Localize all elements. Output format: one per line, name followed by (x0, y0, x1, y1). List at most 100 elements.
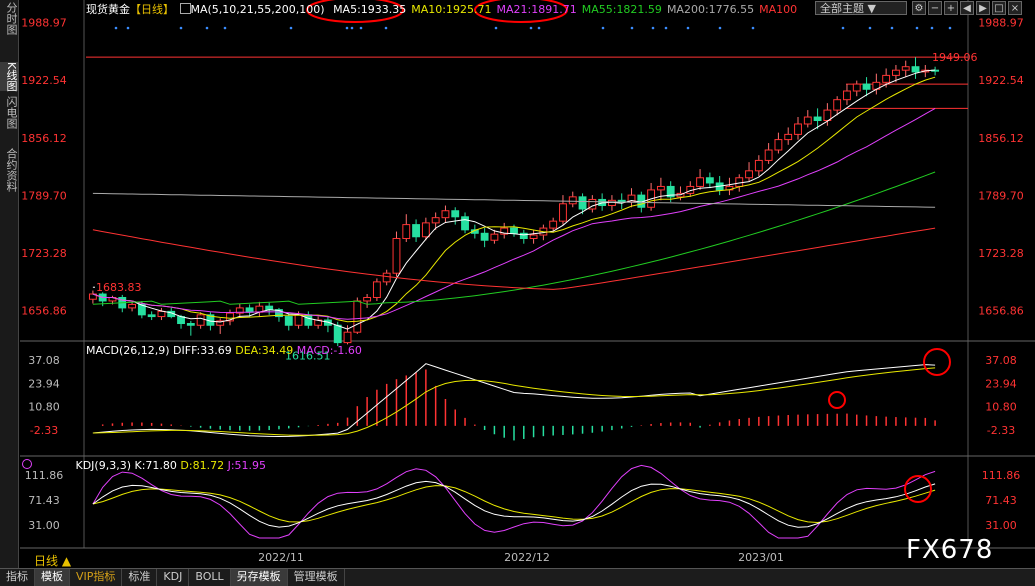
macd-diff: DIFF:33.69 (173, 344, 232, 357)
ma-value-3: MA55:1821.59 (581, 3, 662, 16)
candle-body (705, 177, 714, 184)
candle-body (549, 220, 558, 229)
ma-chart-icon (179, 3, 191, 14)
candle-body (157, 310, 166, 318)
bottom-tab-3[interactable]: 标准 (122, 569, 158, 586)
theme-select[interactable]: 全部主题 ▼ (815, 1, 907, 15)
candle-body (764, 149, 773, 161)
candle-body (392, 237, 401, 274)
candle-body (363, 296, 372, 302)
macd-tick-right-3: -2.33 (987, 424, 1015, 437)
kdj-tick-left-1: 71.43 (28, 494, 60, 507)
signal-dot (494, 26, 498, 30)
kdj-header: KDJ(9,3,3) K:71.80 D:81.72 J:51.95 (22, 459, 266, 472)
ma10-line (92, 76, 936, 323)
arrow-right-icon[interactable]: ▶ (976, 1, 990, 15)
signal-dot (529, 26, 533, 30)
minus-icon[interactable]: − (928, 1, 942, 15)
macd-diff-line (92, 363, 936, 438)
candle-body (343, 331, 352, 344)
signal-dot (890, 26, 894, 30)
maximize-icon[interactable]: □ (992, 1, 1006, 15)
annotation-high-label: 1683.83 (96, 281, 142, 294)
bottom-tab-6[interactable]: 另存模板 (230, 569, 288, 586)
bottom-tab-0[interactable]: 指标 (0, 569, 35, 586)
candle-body (754, 159, 763, 172)
bottom-tab-4[interactable]: KDJ (157, 569, 190, 586)
candle-body (304, 314, 313, 326)
candle-body (431, 217, 440, 224)
date-tick-2: 2023/01 (738, 551, 784, 564)
instrument-name: 现货黄金 (86, 3, 130, 16)
kdj-tick-right-0: 111.86 (982, 469, 1021, 482)
candle-body (852, 83, 861, 92)
candle-body (735, 177, 744, 187)
close-icon[interactable]: × (1008, 1, 1022, 15)
candle-body (265, 305, 274, 311)
annotation-circle-kdj (904, 475, 932, 503)
signal-dot (948, 26, 952, 30)
kdj-settings-icon[interactable] (22, 459, 32, 469)
ma-value-4: MA200:1776.55 (666, 3, 755, 16)
macd-header: MACD(26,12,9) DIFF:33.69 DEA:34.49 MACD:… (86, 344, 362, 357)
ma-value-2: MA21:1891.71 (496, 3, 577, 16)
price-tick-left-1: 1922.54 (21, 74, 67, 87)
signal-dot (114, 26, 118, 30)
signal-dot (126, 26, 130, 30)
date-tick-1: 2022/12 (504, 551, 550, 564)
price-tick-left-5: 1656.86 (21, 305, 67, 318)
kdj-j-line (92, 464, 936, 539)
plus-icon[interactable]: + (944, 1, 958, 15)
ma-params: MA(5,10,21,55,200,100) (190, 3, 325, 16)
candle-body (813, 116, 822, 122)
kdj-params: KDJ(9,3,3) (75, 459, 132, 472)
candle-body (196, 314, 205, 326)
macd-params: MACD(26,12,9) (86, 344, 170, 357)
candle-body (245, 307, 254, 313)
candle-body (833, 99, 842, 111)
candle-body (402, 224, 411, 239)
kdj-j: J:51.95 (227, 459, 267, 472)
signal-dot (537, 26, 541, 30)
bottom-tab-2[interactable]: VIP指标 (70, 569, 123, 586)
signal-dot (384, 26, 388, 30)
candle-body (568, 196, 577, 205)
macd-tick-left-2: 10.80 (28, 401, 60, 414)
candle-body (843, 90, 851, 101)
candle-body (421, 222, 430, 238)
annotation-peak-label: 1949.06 (932, 51, 978, 64)
price-tick-left-4: 1723.28 (21, 247, 67, 260)
bottom-tab-5[interactable]: BOLL (189, 569, 231, 586)
watermark-logo: FX678 (906, 535, 994, 565)
candle-body (147, 314, 156, 318)
macd-tick-right-2: 10.80 (985, 401, 1017, 414)
candle-body (803, 116, 812, 125)
candle-body (882, 74, 891, 83)
price-tick-left-3: 1789.70 (21, 189, 67, 202)
arrow-left-icon[interactable]: ◀ (960, 1, 974, 15)
candle-body (333, 324, 342, 344)
period-tag: 【日线】 (130, 3, 174, 16)
macd-tick-right-0: 37.08 (985, 354, 1017, 367)
bottom-tab-bar: 指标 模板 VIP指标 标准 KDJ BOLL 另存模板 管理模板 (0, 568, 1035, 586)
bottom-tab-7[interactable]: 管理模板 (288, 569, 345, 586)
bottom-tab-1[interactable]: 模板 (35, 569, 70, 586)
candle-body (128, 303, 136, 309)
kdj-tick-right-1: 71.43 (985, 494, 1017, 507)
chart-canvas: 1988.97 1988.97 1922.54 1922.54 1856.12 1856.… (20, 0, 1035, 564)
kdj-k: K:71.80 (134, 459, 177, 472)
signal-dot (630, 26, 634, 30)
price-tick-right-0: 1988.97 (978, 16, 1024, 29)
macd-tick-right-1: 23.94 (985, 377, 1017, 390)
candle-body (480, 232, 489, 241)
macd-tick-left-1: 23.94 (28, 377, 60, 390)
candle-body (519, 232, 528, 239)
candle-body (862, 83, 871, 90)
candle-body (794, 123, 802, 135)
ma-value-0: MA5:1933.35 (333, 3, 407, 16)
signal-dot (289, 26, 293, 30)
price-tick-left-2: 1856.12 (21, 132, 67, 145)
period-label[interactable]: 日线 ▲ (34, 552, 71, 569)
settings-icon[interactable]: ⚙ (912, 1, 926, 15)
price-tick-left-0: 1988.97 (21, 16, 67, 29)
